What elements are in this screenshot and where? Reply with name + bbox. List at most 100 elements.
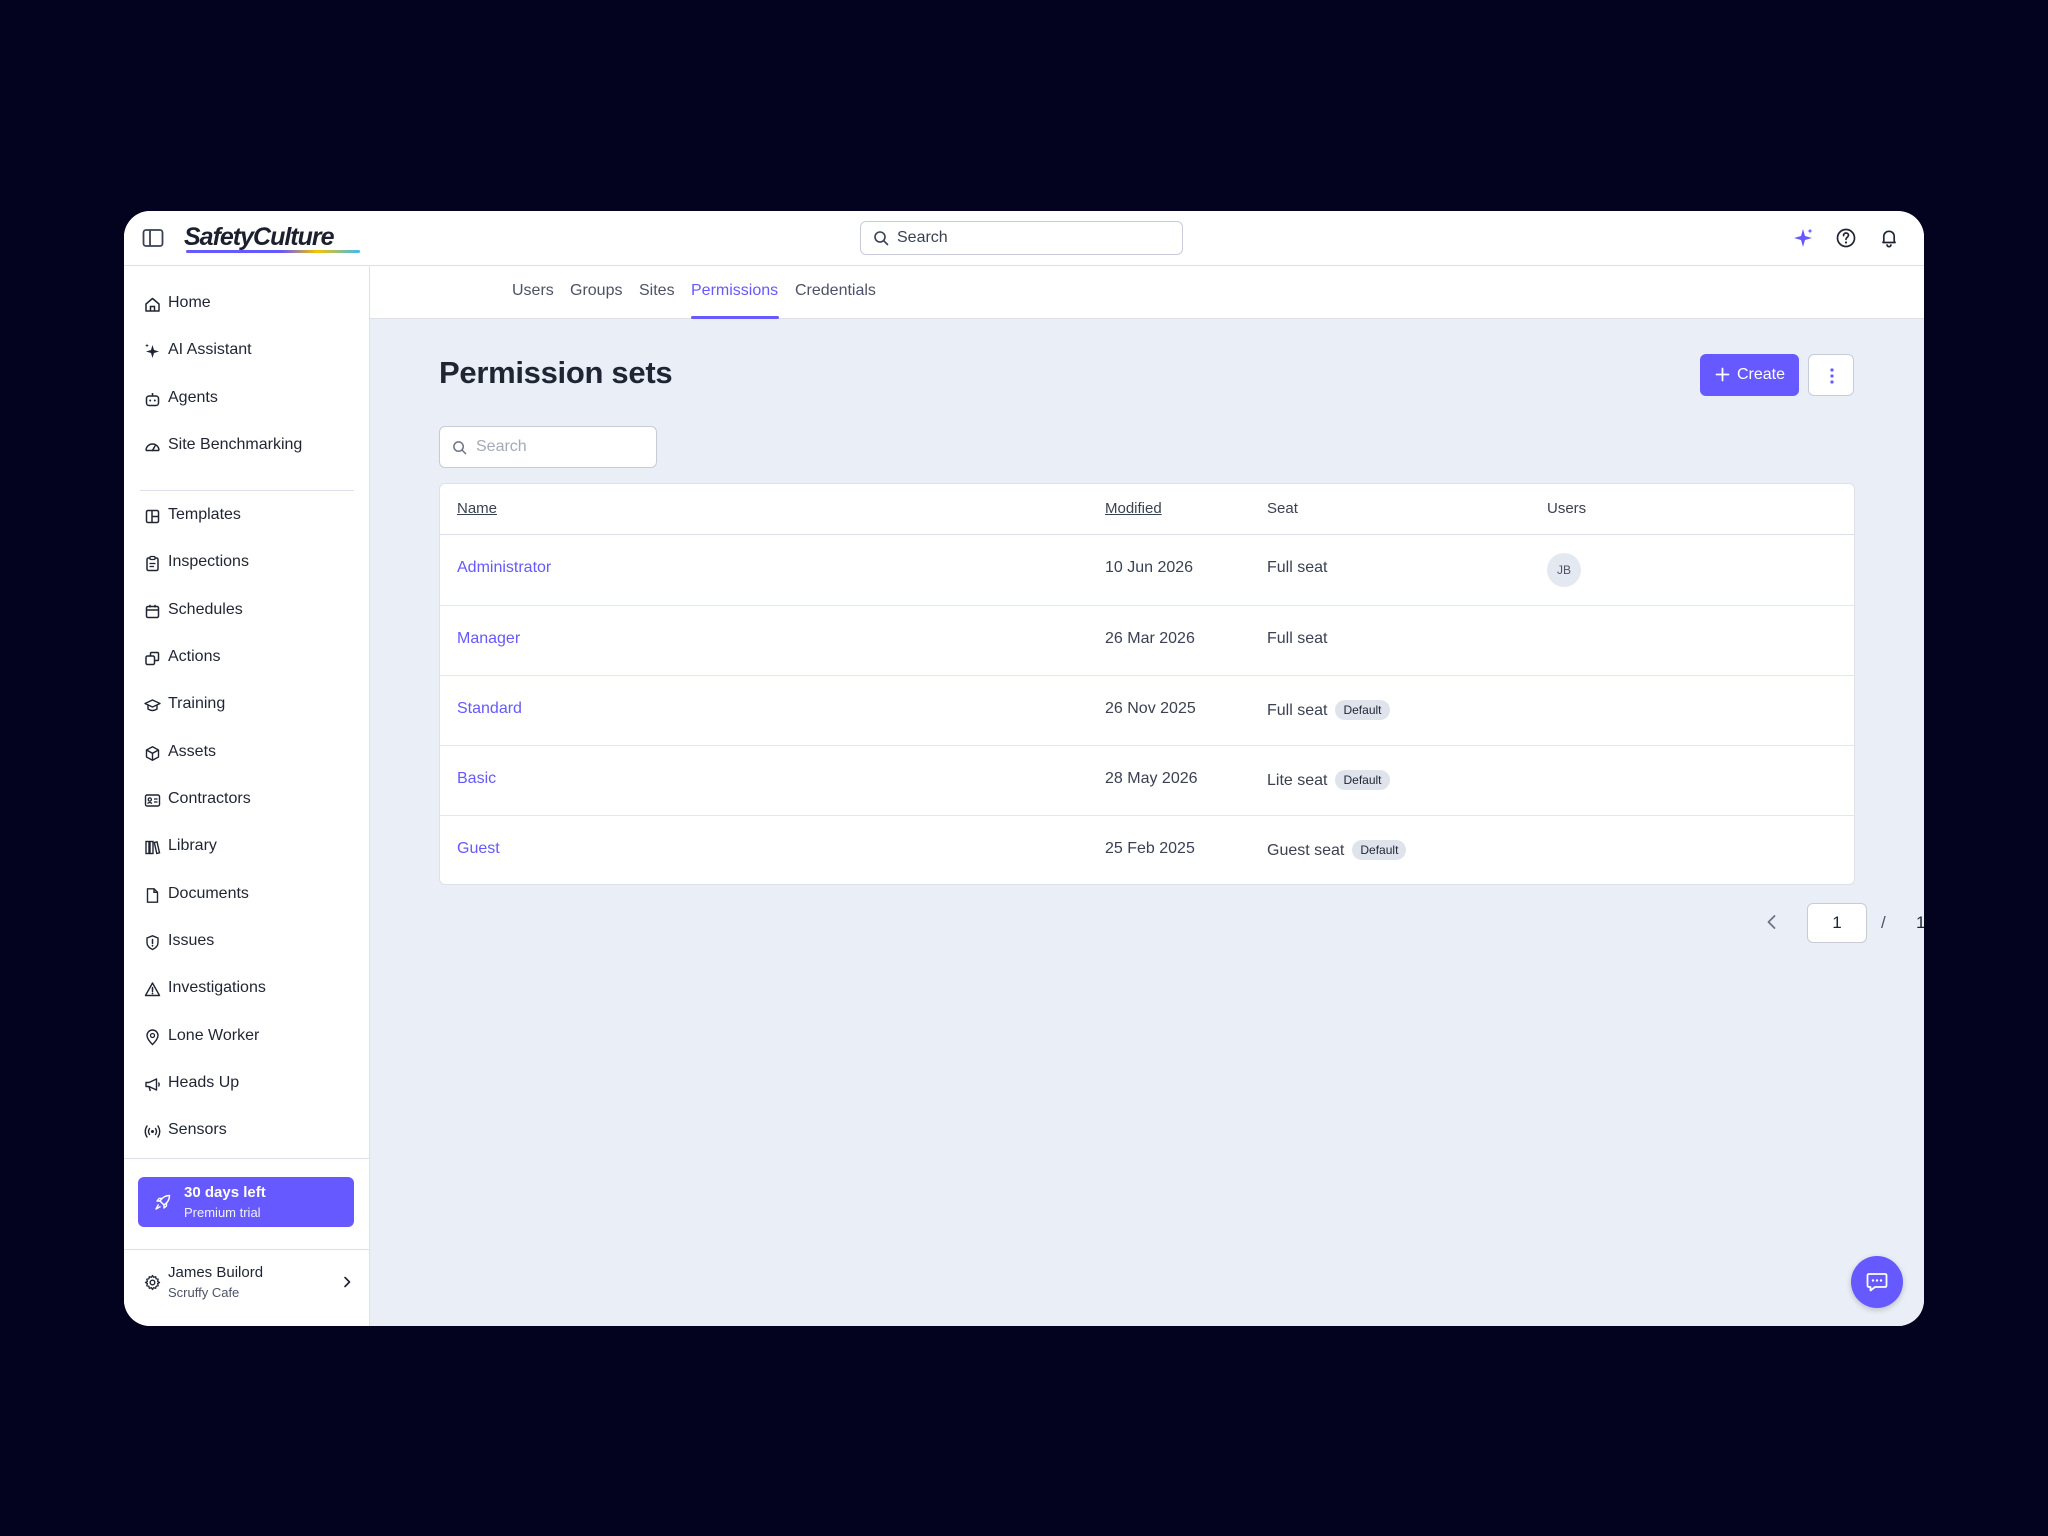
seat-cell: Full seat Default: [1267, 700, 1390, 720]
sidebar-item-label: Assets: [168, 743, 217, 760]
permission-search[interactable]: [439, 426, 657, 468]
sidebar-item-lone-worker[interactable]: Lone Worker: [134, 1019, 360, 1055]
table-row[interactable]: Standard 26 Nov 2025 Full seat Default: [440, 675, 1854, 745]
sidebar-item-label: Lone Worker: [168, 1027, 260, 1044]
sidebar-item-label: Home: [168, 294, 211, 311]
tab-sites[interactable]: Sites: [639, 282, 675, 300]
sidebar-toggle-icon[interactable]: [142, 228, 164, 248]
previous-page-icon[interactable]: [1762, 912, 1782, 932]
megaphone-icon: [145, 1078, 160, 1092]
sidebar-item-heads-up[interactable]: Heads Up: [134, 1066, 360, 1102]
sidebar-divider: [124, 1158, 370, 1159]
id-card-icon: [144, 794, 161, 807]
create-button-label: Create: [1737, 366, 1786, 383]
trial-plan: Premium trial: [184, 1205, 261, 1220]
page-number-input[interactable]: [1808, 904, 1866, 942]
organization-name: Scruffy Cafe: [168, 1285, 240, 1300]
default-badge: Default: [1335, 700, 1390, 720]
safetyculture-logo[interactable]: SafetyCulture: [184, 223, 335, 252]
sidebar-item-ai-assistant[interactable]: AI Assistant: [134, 333, 360, 369]
sidebar-item-label: Schedules: [168, 601, 243, 618]
column-header-modified[interactable]: Modified: [1105, 500, 1162, 517]
chat-support-button[interactable]: [1851, 1256, 1903, 1308]
seat-cell: Lite seat Default: [1267, 770, 1390, 790]
sidebar-item-inspections[interactable]: Inspections: [134, 545, 360, 581]
seat-type: Full seat: [1267, 630, 1328, 647]
help-icon[interactable]: [1835, 227, 1857, 249]
bell-icon[interactable]: [1878, 227, 1900, 249]
tab-groups[interactable]: Groups: [570, 282, 622, 300]
tab-users[interactable]: Users: [512, 282, 554, 300]
sidebar-nav: Home AI Assistant Agents Site Benchmarki…: [124, 266, 370, 1326]
global-search[interactable]: [860, 221, 1183, 255]
sidebar-item-label: Templates: [168, 506, 241, 523]
chevron-right-icon: [344, 1276, 351, 1288]
table-row[interactable]: Guest 25 Feb 2025 Guest seat Default: [440, 815, 1854, 884]
sidebar-item-site-benchmarking[interactable]: Site Benchmarking: [134, 428, 360, 464]
sidebar-item-sensors[interactable]: Sensors: [134, 1113, 360, 1149]
sidebar-item-home[interactable]: Home: [134, 286, 360, 322]
sidebar-item-schedules[interactable]: Schedules: [134, 593, 360, 629]
global-search-input[interactable]: [897, 226, 1167, 250]
signal-icon: [144, 1125, 161, 1138]
user-name: James Builord: [168, 1264, 264, 1281]
search-icon: [453, 441, 467, 455]
permission-set-name-link[interactable]: Basic: [457, 770, 496, 788]
ai-sparkle-icon[interactable]: [1792, 227, 1814, 249]
more-options-button[interactable]: [1808, 354, 1854, 396]
tab-bar: Users Groups Sites Permissions Credentia…: [370, 266, 1924, 319]
gauge-icon: [145, 443, 160, 452]
sidebar-item-assets[interactable]: Assets: [134, 735, 360, 771]
modified-date: 28 May 2026: [1105, 770, 1198, 787]
create-button[interactable]: Create: [1700, 354, 1799, 396]
permission-search-input[interactable]: [476, 436, 646, 458]
sidebar-item-documents[interactable]: Documents: [134, 877, 360, 913]
default-badge: Default: [1335, 770, 1390, 790]
sidebar-item-contractors[interactable]: Contractors: [134, 782, 360, 818]
gear-icon: [144, 1274, 161, 1291]
permission-sets-table: Name Modified Seat Users Administrator 1…: [439, 483, 1855, 885]
more-vertical-icon: [1830, 368, 1834, 384]
sidebar-item-label: AI Assistant: [168, 341, 252, 358]
modified-date: 26 Mar 2026: [1105, 630, 1195, 647]
page-number-field[interactable]: [1807, 903, 1867, 943]
sidebar-item-investigations[interactable]: Investigations: [134, 971, 360, 1007]
sidebar-item-agents[interactable]: Agents: [134, 381, 360, 417]
tab-credentials[interactable]: Credentials: [795, 282, 876, 300]
sidebar-divider: [140, 490, 354, 491]
sidebar-divider: [124, 1249, 370, 1250]
permission-set-name-link[interactable]: Manager: [457, 630, 520, 648]
premium-trial-banner[interactable]: 30 days left Premium trial: [138, 1177, 354, 1227]
permission-set-name-link[interactable]: Standard: [457, 700, 522, 718]
seat-type: Lite seat: [1267, 772, 1328, 789]
seat-type: Full seat: [1267, 702, 1328, 719]
sidebar-item-label: Library: [168, 837, 217, 854]
sidebar-item-label: Sensors: [168, 1121, 227, 1138]
sidebar-item-label: Agents: [168, 389, 218, 406]
rocket-icon: [155, 1194, 171, 1210]
user-settings-row[interactable]: James Builord Scruffy Cafe: [134, 1258, 360, 1308]
table-row[interactable]: Basic 28 May 2026 Lite seat Default: [440, 745, 1854, 815]
tab-permissions[interactable]: Permissions: [691, 282, 778, 300]
sidebar-item-library[interactable]: Library: [134, 829, 360, 865]
permission-set-name-link[interactable]: Guest: [457, 840, 500, 858]
modified-date: 25 Feb 2025: [1105, 840, 1195, 857]
page-separator: /: [1881, 913, 1886, 932]
sidebar-item-training[interactable]: Training: [134, 687, 360, 723]
column-header-name[interactable]: Name: [457, 500, 497, 517]
sidebar-item-label: Investigations: [168, 979, 266, 996]
sidebar-item-label: Inspections: [168, 553, 249, 570]
permission-set-name-link[interactable]: Administrator: [457, 559, 551, 577]
logo-underline: [186, 250, 360, 253]
user-avatar[interactable]: JB: [1547, 553, 1581, 587]
sidebar-item-issues[interactable]: Issues: [134, 924, 360, 960]
table-row[interactable]: Manager 26 Mar 2026 Full seat: [440, 605, 1854, 675]
sidebar-item-label: Site Benchmarking: [168, 436, 303, 453]
sidebar-item-templates[interactable]: Templates: [134, 498, 360, 534]
trial-days-left: 30 days left: [184, 1184, 266, 1201]
sidebar-item-label: Heads Up: [168, 1074, 240, 1091]
table-row[interactable]: Administrator 10 Jun 2026 Full seat JB: [440, 535, 1854, 605]
seat-type: Full seat: [1267, 559, 1328, 576]
sidebar-item-actions[interactable]: Actions: [134, 640, 360, 676]
sidebar-item-label: Documents: [168, 885, 249, 902]
